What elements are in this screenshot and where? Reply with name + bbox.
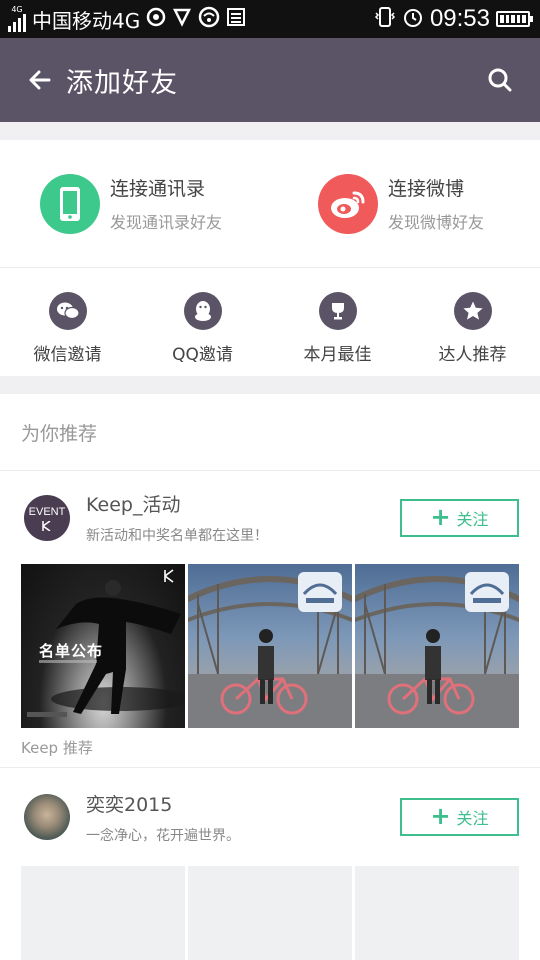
photo-placeholder[interactable]: [21, 866, 185, 960]
follow-button[interactable]: + 关注: [400, 798, 519, 836]
avatar[interactable]: EVENT: [24, 494, 70, 541]
plus-icon: +: [430, 502, 451, 531]
sim-icon: [226, 7, 246, 32]
wechat-icon: [48, 292, 87, 330]
recommended-user: 奕奕2015 一念净心，花开遍世界。 + 关注: [0, 768, 540, 960]
connect-weibo[interactable]: 连接微博 发现微博好友: [270, 173, 540, 234]
connect-contacts-title: 连接通讯录: [110, 178, 206, 200]
search-icon: [488, 68, 512, 92]
user-description: 新活动和中奖名单都在这里！: [86, 528, 268, 544]
expert-recommend[interactable]: 达人推荐: [405, 268, 540, 376]
photo-placeholder[interactable]: [355, 866, 519, 960]
user-name[interactable]: 奕奕2015: [86, 790, 400, 817]
follow-label: 关注: [456, 509, 489, 529]
user-name[interactable]: Keep_活动: [86, 490, 400, 517]
connect-weibo-subtitle: 发现微博好友: [388, 213, 485, 232]
qq-invite[interactable]: QQ邀请: [135, 268, 270, 376]
recommended-user: EVENT Keep_活动 新活动和中奖名单都在这里！ + 关注 名单公布 Ke…: [0, 471, 540, 768]
alarm-icon: [402, 6, 424, 33]
star-icon: [453, 292, 492, 330]
vibrate-icon: [374, 6, 396, 33]
arrow-left-icon: [29, 70, 51, 90]
wechat-invite[interactable]: 微信邀请: [0, 268, 135, 376]
status-bar: 4G 中国移动4G 09:53: [0, 0, 540, 38]
recommend-section-title: 为你推荐: [0, 394, 540, 471]
connect-weibo-title: 连接微博: [388, 178, 465, 200]
wechat-invite-label: 微信邀请: [33, 345, 102, 365]
plus-icon: +: [430, 802, 451, 830]
expert-recommend-label: 达人推荐: [438, 345, 507, 365]
search-button[interactable]: [482, 62, 518, 98]
app-header: 添加好友: [0, 38, 540, 122]
best-of-month-label: 本月最佳: [303, 345, 372, 365]
clock: 09:53: [429, 5, 490, 32]
back-button[interactable]: [24, 64, 56, 96]
signal-icon: [8, 14, 26, 32]
photo-thumbnail[interactable]: [355, 564, 519, 728]
avatar-text: EVENT: [28, 505, 66, 518]
carrier-label: 中国移动4G: [32, 8, 141, 33]
recommend-source: Keep 推荐: [0, 728, 540, 768]
avatar[interactable]: [24, 794, 70, 840]
user-description: 一念净心，花开遍世界。: [86, 827, 240, 844]
photo-thumbnail[interactable]: [188, 564, 352, 728]
follow-button[interactable]: + 关注: [400, 498, 519, 537]
connect-card: 连接通讯录 发现通讯录好友 连接微博 发现微博好友 微信邀请 QQ邀请 本月最佳…: [0, 140, 540, 376]
carrier-circle-icon: [146, 7, 166, 31]
recommend-card: 为你推荐 EVENT Keep_活动 新活动和中奖名单都在这里！ + 关注 名单…: [0, 394, 540, 960]
battery-icon: [496, 11, 533, 27]
connect-contacts-subtitle: 发现通讯录好友: [110, 213, 223, 232]
keep-logo-icon: [42, 520, 51, 531]
network-badge: 4G: [11, 5, 23, 14]
wifi-icon: [198, 6, 220, 33]
shield-icon: [172, 7, 192, 32]
qq-penguin-icon: [183, 292, 222, 330]
weibo-icon: [318, 173, 378, 234]
trophy-icon: [318, 292, 357, 330]
qq-invite-label: QQ邀请: [172, 345, 233, 365]
follow-label: 关注: [456, 809, 489, 828]
photo-poster-title: 名单公布: [39, 642, 104, 660]
best-of-month[interactable]: 本月最佳: [270, 268, 405, 376]
page-title: 添加好友: [66, 67, 178, 99]
photo-thumbnail[interactable]: 名单公布: [21, 564, 185, 728]
phone-icon: [40, 173, 100, 234]
connect-contacts[interactable]: 连接通讯录 发现通讯录好友: [0, 173, 270, 234]
photo-placeholder[interactable]: [188, 866, 352, 960]
